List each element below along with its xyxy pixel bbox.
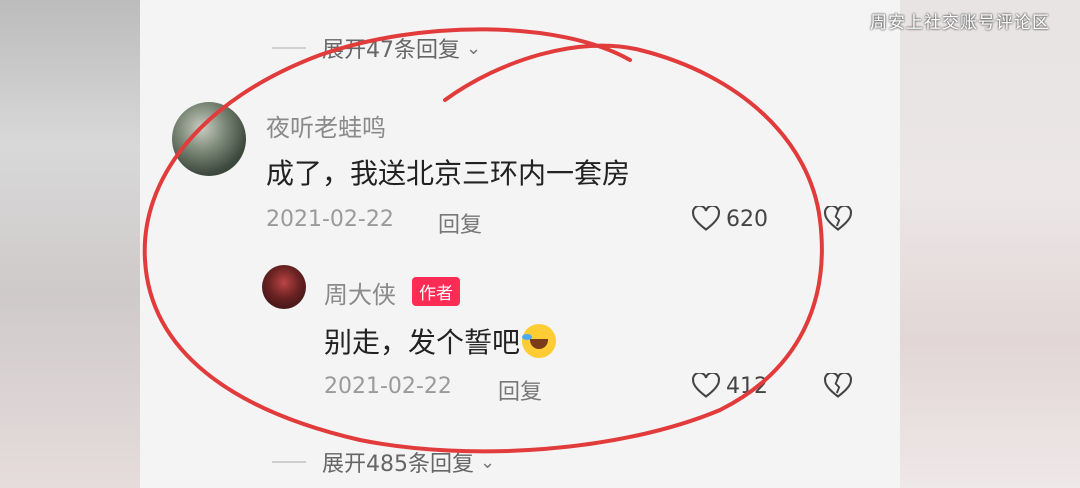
background-right (900, 0, 1080, 488)
reply-username[interactable]: 周大侠 (324, 275, 396, 310)
expand-replies-label: 展开485条回复 (322, 452, 474, 477)
reply-button[interactable]: 回复 (498, 374, 542, 406)
broken-heart-icon (823, 371, 853, 398)
expand-replies-top[interactable]: 展开47条回复 ⌄ (272, 32, 481, 64)
dislike-button[interactable] (823, 204, 853, 236)
like-count: 412 (726, 373, 768, 399)
reply-text: 别走，发个誓吧 (324, 321, 557, 361)
avatar[interactable] (172, 102, 246, 176)
heart-icon (692, 206, 720, 231)
comment-text: 成了，我送北京三环内一套房 (266, 157, 631, 190)
heart-icon (692, 373, 720, 398)
reply-date: 2021-02-22 (324, 374, 452, 399)
watermark: 周安上社交账号评论区 (870, 13, 1050, 33)
comment-screen (140, 0, 900, 488)
reply-button[interactable]: 回复 (438, 207, 482, 239)
dislike-button[interactable] (823, 371, 853, 403)
like-count: 620 (726, 206, 768, 232)
expand-replies-bottom[interactable]: 展开485条回复 ⌄ (272, 446, 495, 478)
like-button[interactable]: 412 (692, 373, 768, 399)
background-left (0, 0, 140, 488)
broken-heart-icon (823, 204, 853, 231)
avatar[interactable] (262, 265, 306, 309)
chevron-down-icon: ⌄ (480, 451, 496, 473)
reply-text-content: 别走，发个誓吧 (324, 326, 521, 359)
laughing-tears-emoji-icon (522, 324, 557, 358)
divider-line (272, 461, 306, 463)
like-button[interactable]: 620 (692, 206, 768, 232)
expand-replies-label: 展开47条回复 (322, 38, 460, 63)
author-badge: 作者 (412, 277, 460, 306)
divider-line (272, 47, 306, 49)
comment-date: 2021-02-22 (266, 207, 394, 232)
comment-username[interactable]: 夜听老蛙鸣 (266, 108, 386, 143)
chevron-down-icon: ⌄ (466, 37, 482, 59)
